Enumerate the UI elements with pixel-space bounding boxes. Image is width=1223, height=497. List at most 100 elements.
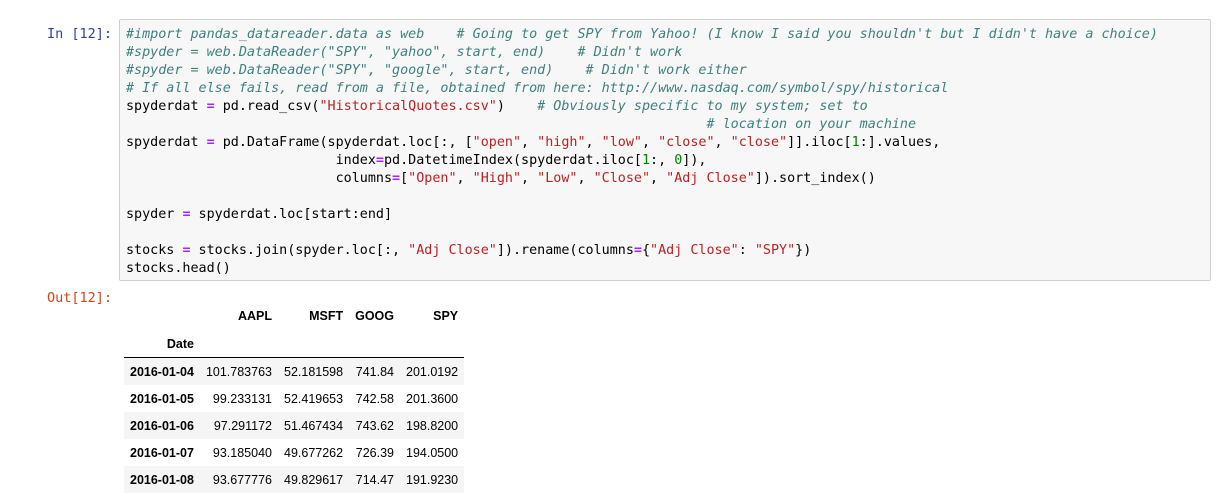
code-token: spyderdat.loc[start:end] — [190, 207, 393, 222]
table-cell: 49.829617 — [284, 472, 344, 487]
table-row: 2016-01-04 101.783763 52.181598 741.84 201.0… — [124, 357, 465, 385]
code-token: :].values, — [859, 135, 941, 150]
code-token: spyderdat — [126, 135, 207, 150]
code-token: ]).rename(columns — [496, 243, 634, 258]
code-line: #spyder = web.DataReader("SPY", "google"… — [126, 62, 1158, 80]
row-index-date: 2016-01-06 — [130, 418, 194, 433]
table-cell: 97.291172 — [213, 418, 272, 433]
code-token: = — [182, 207, 191, 222]
column-header-aapl: AAPL — [237, 309, 272, 323]
input-prompt: In [12]: — [46, 26, 112, 42]
column-header-goog: GOOG — [355, 309, 394, 323]
empty-header-cell — [200, 330, 278, 358]
code-line: #import pandas_datareader.data as web # … — [126, 26, 1158, 44]
table-cell: 741.84 — [355, 364, 394, 379]
code-token: ]].iloc[ — [787, 135, 852, 150]
code-token: spyderdat — [126, 99, 207, 114]
code-token: "close" — [658, 135, 715, 150]
column-header-row: AAPL MSFT GOOG SPY — [124, 302, 464, 330]
empty-header-cell — [349, 330, 400, 358]
code-token: "SPY" — [754, 243, 796, 258]
code-token: "open" — [472, 135, 522, 150]
code-token: = — [206, 99, 215, 114]
code-token: index — [126, 153, 376, 168]
row-index-date: 2016-01-04 — [130, 364, 194, 379]
column-header-spy: SPY — [433, 309, 459, 323]
table-row: 2016-01-05 99.233131 52.419653 742.58 201.36… — [124, 385, 465, 412]
code-token: , — [650, 171, 667, 186]
code-token: ]).sort_index() — [754, 171, 876, 186]
corner-header — [124, 302, 200, 330]
table-row: 2016-01-06 97.291172 51.467434 743.62 198.82… — [124, 412, 465, 439]
code-token: , — [456, 171, 473, 186]
code-token: , — [521, 171, 538, 186]
code-line: index=pd.DatetimeIndex(spyderdat.iloc[1:… — [126, 152, 1158, 170]
code-line: columns=["Open", "High", "Low", "Close",… — [126, 170, 1158, 188]
code-token: # location on your machine — [706, 117, 917, 132]
code-token: # Obviously specific to my system; set t… — [537, 99, 868, 114]
code-line: spyderdat = pd.read_csv("HistoricalQuote… — [126, 98, 1158, 116]
empty-header-cell — [278, 330, 349, 358]
code-input-area[interactable]: #import pandas_datareader.data as web # … — [119, 19, 1211, 281]
column-header-msft: MSFT — [309, 309, 344, 323]
code-token: , — [521, 135, 538, 150]
code-token: "Adj Close" — [408, 243, 497, 258]
code-token: = — [182, 243, 191, 258]
row-index-date: 2016-01-05 — [130, 391, 194, 406]
table-cell: 52.419653 — [284, 391, 344, 406]
code-token: { — [641, 243, 651, 258]
code-line: # If all else fails, read from a file, o… — [126, 80, 1158, 98]
table-cell: 198.8200 — [406, 418, 459, 433]
code-token: ]), — [682, 153, 707, 168]
code-token: "close" — [730, 135, 788, 150]
code-token: : — [738, 243, 755, 258]
table-cell: 101.783763 — [205, 364, 272, 379]
code-token: #import pandas_datareader.data as web # … — [126, 27, 1158, 42]
code-token: stocks.join(spyder.loc[:, — [190, 243, 409, 258]
code-token: columns — [126, 171, 393, 186]
row-index-date: 2016-01-08 — [130, 472, 194, 487]
output-prompt: Out[12]: — [46, 290, 112, 306]
table-cell: 99.233131 — [212, 391, 272, 406]
code-token: = — [633, 243, 642, 258]
code-token: , — [585, 135, 602, 150]
table-cell: 714.47 — [355, 472, 394, 487]
table-row: 2016-01-08 93.677776 49.829617 714.47 191.92… — [124, 466, 465, 493]
code-token: #spyder = web.DataReader("SPY", "yahoo",… — [126, 45, 683, 60]
output-area: AAPL MSFT GOOG SPY Date 2016-01-04 101.78… — [124, 302, 465, 493]
code-token: "high" — [537, 135, 586, 150]
code-token: 1 — [641, 153, 651, 168]
code-token: ) — [496, 99, 538, 114]
table-cell: 742.58 — [355, 391, 394, 406]
code-line: spyder = spyderdat.loc[start:end] — [126, 206, 1158, 224]
code-token: "Open" — [408, 171, 457, 186]
code-token: "Close" — [593, 171, 651, 186]
code-token: }) — [795, 243, 812, 258]
code-token: #spyder = web.DataReader("SPY", "google"… — [126, 63, 747, 78]
table-cell: 191.9230 — [406, 472, 459, 487]
code-token: "HistoricalQuotes.csv" — [319, 99, 497, 114]
code-token: stocks — [126, 243, 183, 258]
table-cell: 201.0192 — [406, 364, 459, 379]
code-token: , — [714, 135, 731, 150]
code-line: #spyder = web.DataReader("SPY", "yahoo",… — [126, 44, 1158, 62]
code-token: = — [392, 171, 401, 186]
code-token: "low" — [601, 135, 642, 150]
code-token: "Adj Close" — [666, 171, 755, 186]
code-token: "High" — [472, 171, 522, 186]
code-line: stocks = stocks.join(spyder.loc[:, "Adj … — [126, 242, 1158, 260]
table-cell: 726.39 — [355, 445, 394, 460]
index-header-row: Date — [124, 330, 465, 358]
code-token: spyder — [126, 207, 183, 222]
code-token: [ — [400, 171, 409, 186]
table-cell: 93.185040 — [212, 445, 272, 460]
code-line: stocks.head() — [126, 260, 1158, 278]
table-cell: 201.3600 — [406, 391, 459, 406]
code-block[interactable]: #import pandas_datareader.data as web # … — [126, 26, 1158, 278]
code-token: pd.DataFrame(spyderdat.loc[:, [ — [214, 135, 473, 150]
dataframe-table: AAPL MSFT GOOG SPY Date 2016-01-04 101.78… — [124, 302, 465, 493]
table-body: 2016-01-04 101.783763 52.181598 741.84 201.0… — [124, 357, 465, 493]
